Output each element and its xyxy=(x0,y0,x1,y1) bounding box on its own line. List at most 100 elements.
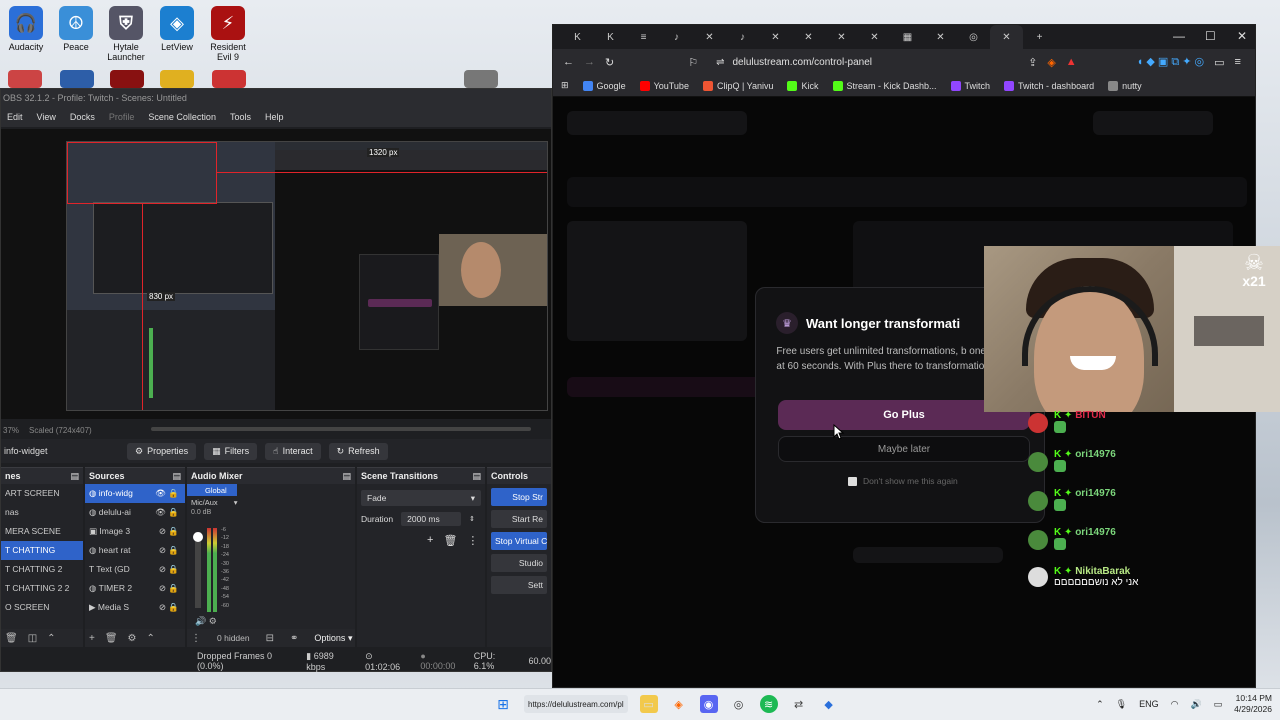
browser-tab[interactable]: ✕ xyxy=(759,25,792,49)
desktop-icon-peace[interactable]: ☮ Peace xyxy=(50,6,102,52)
share-icon[interactable]: ⇪ xyxy=(1028,56,1037,69)
volume-icon[interactable]: 🔊 xyxy=(1190,699,1201,710)
dock-menu-icon[interactable]: ▤ xyxy=(70,468,79,484)
scene-item-selected[interactable]: T CHATTING xyxy=(1,541,83,560)
apps-icon[interactable]: ⊞ xyxy=(561,80,569,91)
speaker-icon[interactable]: 🔊 xyxy=(195,616,206,626)
scene-item[interactable]: O SCREEN xyxy=(1,598,83,617)
desktop-icon-audacity[interactable]: 🎧 Audacity xyxy=(0,6,52,52)
options-menu[interactable]: Options ▾ xyxy=(314,633,352,644)
gear-icon[interactable]: ⚙ xyxy=(128,633,137,644)
close-icon[interactable]: ✕ xyxy=(1237,29,1247,43)
source-item[interactable]: ◍ delulu-ai 👁 🔒 xyxy=(85,503,185,522)
extension-icons[interactable]: ◖ ◆ ▣ ⧉ ✦ ◎ xyxy=(1137,55,1204,69)
start-icon[interactable]: ⊞ xyxy=(494,695,512,713)
plus-icon[interactable]: + xyxy=(89,633,95,644)
menu-view[interactable]: View xyxy=(37,112,56,122)
source-item[interactable]: ▶ Media S ⊘ 🔒 xyxy=(85,598,185,617)
app-icon[interactable]: ◆ xyxy=(820,695,838,713)
plus-icon[interactable]: + xyxy=(427,534,433,547)
chevron-up-icon[interactable]: ⌃ xyxy=(47,633,55,644)
clock[interactable]: 10:14 PM 4/29/2026 xyxy=(1234,693,1272,715)
scene-item[interactable]: T CHATTING 2 xyxy=(1,560,83,579)
eye-lock-icons[interactable]: ⊘ 🔒 xyxy=(159,541,185,560)
browser-tab[interactable]: ≡ xyxy=(627,25,660,49)
bookmark-icon[interactable]: ⚐ xyxy=(688,56,698,69)
scene-item[interactable]: nas xyxy=(1,503,83,522)
brave-shield-icon[interactable]: ◈ xyxy=(1047,56,1055,69)
duration-input[interactable]: 2000 ms xyxy=(401,512,462,526)
filters-button[interactable]: ▦ Filters xyxy=(204,442,258,460)
reload-icon[interactable]: ↻ xyxy=(605,56,614,69)
bookmark-item[interactable]: ClipQ | Yanivu xyxy=(702,80,773,91)
desktop-icon-partial[interactable] xyxy=(60,70,94,88)
volume-slider[interactable] xyxy=(193,532,203,608)
source-item[interactable]: ◍ TIMER 2 ⊘ 🔒 xyxy=(85,579,185,598)
layout-icon[interactable]: ⊟ xyxy=(266,633,274,644)
desktop-icon-resident-evil[interactable]: ⚡ Resident Evil 9 xyxy=(202,6,254,62)
desktop-icon-hytale[interactable]: ⛨ Hytale Launcher xyxy=(100,6,152,62)
link-icon[interactable]: ⚭ xyxy=(290,633,298,644)
menu-profile[interactable]: Profile xyxy=(109,112,135,122)
desktop-icon-partial[interactable] xyxy=(8,70,42,88)
desktop-icon-partial[interactable] xyxy=(160,70,194,88)
dock-menu-icon[interactable]: ▤ xyxy=(472,468,481,484)
trash-icon[interactable]: 🗑 xyxy=(443,534,457,547)
preview-scrollbar[interactable] xyxy=(151,427,531,431)
eye-lock-icons[interactable]: ⊘ 🔒 xyxy=(159,598,185,617)
menu-docks[interactable]: Docks xyxy=(70,112,95,122)
dock-menu-icon[interactable]: ⋮ xyxy=(191,633,201,644)
stop-virtual-camera-button[interactable]: Stop Virtual C xyxy=(491,532,547,550)
address-bar[interactable]: ⇌ delulustream.com/control-panel xyxy=(708,52,998,72)
menu-tools[interactable]: Tools xyxy=(230,112,251,122)
wifi-icon[interactable]: ◠ xyxy=(1171,699,1179,710)
browser-tab[interactable]: ✕ xyxy=(825,25,858,49)
spotify-icon[interactable]: ≋ xyxy=(759,695,778,713)
bookmark-item[interactable]: Kick xyxy=(787,80,819,91)
studio-mode-button[interactable]: Studio xyxy=(491,554,547,572)
filter-icon[interactable]: ◫ xyxy=(28,633,37,644)
minimize-icon[interactable]: — xyxy=(1173,29,1185,43)
browser-tab[interactable]: K xyxy=(561,25,594,49)
eye-lock-icons[interactable]: ⊘ 🔒 xyxy=(159,522,185,541)
browser-tab[interactable]: ◎ xyxy=(957,25,990,49)
more-icon[interactable]: ⋮ xyxy=(467,534,478,547)
trash-icon[interactable]: 🗑 xyxy=(105,633,118,644)
sidebar-icon[interactable]: ▭ xyxy=(1214,56,1224,69)
eye-lock-icons[interactable]: 👁 🔒 xyxy=(155,484,185,503)
new-tab-button[interactable]: + xyxy=(1023,25,1056,49)
obs-icon[interactable]: ◎ xyxy=(730,695,748,713)
refresh-button[interactable]: ↻ Refresh xyxy=(328,442,388,460)
browser-tab[interactable]: ✕ xyxy=(858,25,891,49)
bookmark-item[interactable]: YouTube xyxy=(639,80,689,91)
obs-preview[interactable]: 1320 px 830 px xyxy=(1,129,551,419)
browser-tab[interactable]: ♪ xyxy=(660,25,693,49)
forward-icon[interactable]: → xyxy=(584,56,595,68)
menu-icon[interactable]: ≡ xyxy=(1235,56,1241,68)
browser-tab[interactable]: ♪ xyxy=(726,25,759,49)
desktop-icon-letview[interactable]: ◈ LetView xyxy=(151,6,203,52)
scene-item[interactable]: ART SCREEN xyxy=(1,484,83,503)
taskbar-search[interactable]: https://delulustream.com/pl xyxy=(524,695,628,713)
menu-edit[interactable]: Edit xyxy=(7,112,23,122)
desktop-icon-partial[interactable] xyxy=(464,70,498,88)
browser-tab[interactable]: ✕ xyxy=(924,25,957,49)
source-item[interactable]: T Text (GD ⊘ 🔒 xyxy=(85,560,185,579)
trash-icon[interactable]: 🗑 xyxy=(5,633,18,644)
gear-icon[interactable]: ⚙ xyxy=(209,616,217,626)
source-item[interactable]: ▣ Image 3 ⊘ 🔒 xyxy=(85,522,185,541)
app-icon[interactable]: ⇄ xyxy=(790,695,808,713)
microphone-icon[interactable]: 🎙 xyxy=(1116,699,1127,710)
start-recording-button[interactable]: Start Re xyxy=(491,510,547,528)
bookmark-item[interactable]: Stream - Kick Dashb... xyxy=(832,80,937,91)
source-item-selected[interactable]: ◍ info-widg 👁 🔒 xyxy=(85,484,185,503)
bookmark-item[interactable]: Google xyxy=(582,80,626,91)
brave-icon[interactable]: ◈ xyxy=(670,695,688,713)
eye-lock-icons[interactable]: ⊘ 🔒 xyxy=(159,579,185,598)
preview-zoom[interactable]: 37% xyxy=(3,426,19,435)
dropdown-icon[interactable]: ▾ xyxy=(234,498,238,507)
maximize-icon[interactable]: ☐ xyxy=(1205,29,1216,43)
browser-tab[interactable]: K xyxy=(594,25,627,49)
site-info-icon[interactable]: ⇌ xyxy=(716,57,724,68)
browser-tab[interactable]: ✕ xyxy=(693,25,726,49)
